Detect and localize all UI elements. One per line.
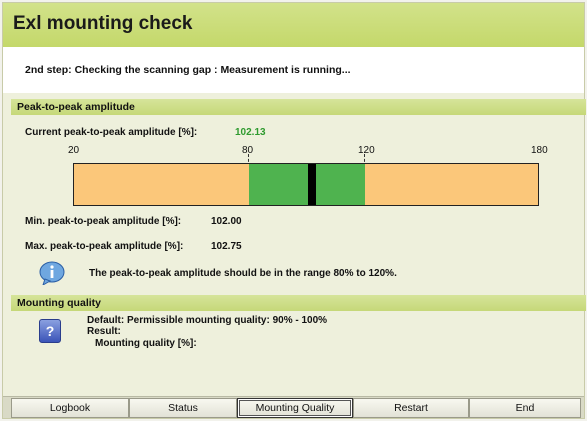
amplitude-range-info-text: The peak-to-peak amplitude should be in … [89,268,397,279]
max-amplitude-label: Max. peak-to-peak amplitude [%]: [25,241,184,252]
current-amplitude-value: 102.13 [235,127,266,138]
scale-tick-20: 20 [68,145,80,156]
question-icon: ? [39,319,61,343]
window-title: Exl mounting check [13,13,193,34]
info-icon [39,261,65,285]
logbook-button[interactable]: Logbook [11,398,129,418]
mounting-quality-label: Mounting quality [%]: [95,338,197,349]
step-status-bar: 2nd step: Checking the scanning gap : Me… [3,47,584,93]
scale-tick-120: 120 [358,145,375,156]
acceptable-range-segment [249,164,365,205]
result-label: Result: [87,326,121,337]
min-amplitude-label: Min. peak-to-peak amplitude [%]: [25,216,182,227]
mounting-quality-section-header: Mounting quality [11,295,586,311]
end-button[interactable]: End [469,398,581,418]
amplitude-range-bar [73,163,539,206]
max-amplitude-value: 102.75 [211,241,242,252]
status-button[interactable]: Status [129,398,237,418]
restart-button[interactable]: Restart [353,398,469,418]
amplitude-section-header: Peak-to-peak amplitude [11,99,586,115]
title-bar: Exl mounting check [3,3,584,47]
min-amplitude-value: 102.00 [211,216,242,227]
default-quality-text: Default: Permissible mounting quality: 9… [87,315,328,326]
mounting-quality-button[interactable]: Mounting Quality [237,398,353,418]
current-amplitude-marker [308,164,316,205]
step-status-text: 2nd step: Checking the scanning gap : Me… [25,64,351,76]
current-amplitude-label: Current peak-to-peak amplitude [%]: [25,127,198,138]
exl-mounting-check-window: Exl mounting check 2nd step: Checking th… [2,2,586,419]
scale-tick-180: 180 [531,145,548,156]
